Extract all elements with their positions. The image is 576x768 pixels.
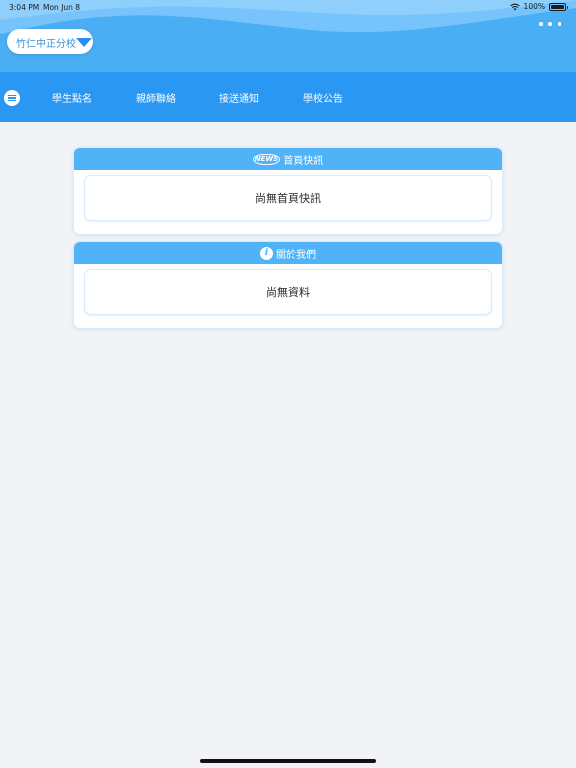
home-indicator[interactable] xyxy=(200,759,376,763)
news-empty-message: 尚無首頁快訊 xyxy=(255,192,321,205)
about-card-header: i 關於我們 xyxy=(74,242,502,264)
school-selector-label: 竹仁中正分校 xyxy=(16,39,76,50)
about-card-title: 關於我們 xyxy=(276,249,316,261)
nav-bar: 學生點名 親師聯絡 接送通知 學校公告 xyxy=(0,72,576,122)
about-empty-message: 尚無資料 xyxy=(266,286,310,299)
news-card-body: 尚無首頁快訊 xyxy=(85,176,491,220)
nav-item-parent-teacher[interactable]: 親師聯絡 xyxy=(136,90,176,105)
news-card-header: NEWS 首頁快訊 xyxy=(74,148,502,170)
about-card-body: 尚無資料 xyxy=(85,270,491,314)
news-card-title: 首頁快訊 xyxy=(283,155,324,167)
battery-percent: 100% xyxy=(523,2,545,11)
school-selector[interactable]: 竹仁中正分校 xyxy=(7,29,93,54)
info-icon: i xyxy=(260,246,273,260)
about-card: i 關於我們 尚無資料 xyxy=(74,242,502,328)
status-indicators: 100% xyxy=(509,2,568,11)
nav-item-pickup-notice[interactable]: 接送通知 xyxy=(219,90,259,105)
app-header: 3:04 PM Mon Jun 8 100% 竹仁中正分校 學生點名 親師聯絡 … xyxy=(0,0,576,122)
news-icon: NEWS xyxy=(252,153,281,165)
nav-item-roll-call[interactable]: 學生點名 xyxy=(52,90,92,105)
battery-icon xyxy=(549,2,568,11)
battery-level xyxy=(551,4,564,9)
caret-down-icon xyxy=(76,38,92,47)
news-card: NEWS 首頁快訊 尚無首頁快訊 xyxy=(74,148,502,234)
ellipsis-icon[interactable] xyxy=(539,20,561,28)
hamburger-icon[interactable] xyxy=(4,90,20,106)
status-time: 3:04 PM xyxy=(9,3,40,12)
status-date: Mon Jun 8 xyxy=(43,3,81,12)
wifi-icon xyxy=(509,3,520,10)
nav-item-school-announcement[interactable]: 學校公告 xyxy=(303,90,343,105)
status-bar: 3:04 PM Mon Jun 8 100% xyxy=(0,0,576,14)
